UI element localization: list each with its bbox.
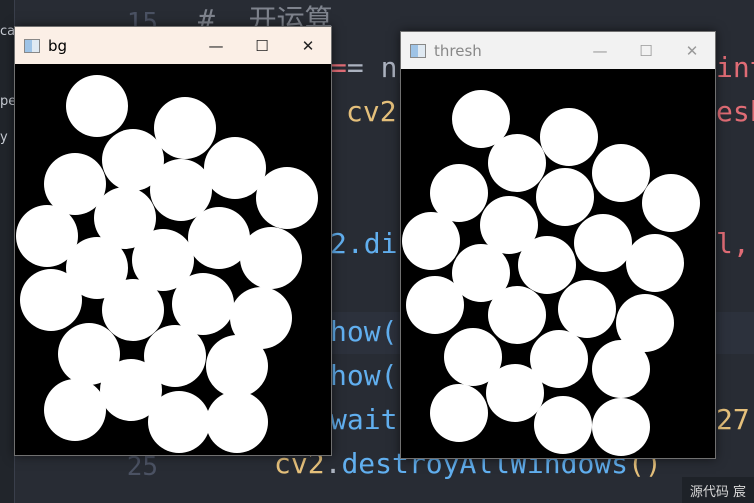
image-canvas-thresh xyxy=(401,69,715,458)
window-bg[interactable]: bg — ☐ ✕ xyxy=(14,26,332,456)
side-text-y: y xyxy=(0,130,8,145)
titlebar-bg[interactable]: bg — ☐ ✕ xyxy=(15,27,331,64)
close-icon[interactable]: ✕ xyxy=(669,32,715,69)
window-title-thresh: thresh xyxy=(434,41,482,60)
titlebar-thresh[interactable]: thresh — ☐ ✕ xyxy=(401,32,715,69)
code-2di: 2.di xyxy=(330,227,398,260)
window-title-bg: bg xyxy=(48,36,68,55)
status-bar: 源代码 宸 xyxy=(681,477,754,503)
code-int: int xyxy=(716,51,754,84)
code-esh: esh xyxy=(716,95,754,128)
code-wait: wait xyxy=(330,403,398,436)
code-l: l, xyxy=(716,227,750,260)
code-27: 27: xyxy=(716,403,754,436)
status-text: 源代码 宸 xyxy=(689,484,746,500)
code-show-1: how( xyxy=(330,315,398,348)
maximize-icon[interactable]: ☐ xyxy=(623,32,669,69)
line-number-25: 25 xyxy=(126,452,158,482)
minimize-icon[interactable]: — xyxy=(193,27,239,64)
maximize-icon[interactable]: ☐ xyxy=(239,27,285,64)
image-canvas-bg xyxy=(15,64,331,455)
window-thresh[interactable]: thresh — ☐ ✕ xyxy=(400,31,716,459)
app-icon xyxy=(410,43,426,58)
code-show-2: how( xyxy=(330,359,398,392)
minimize-icon[interactable]: — xyxy=(577,32,623,69)
app-icon xyxy=(24,38,40,53)
code-cv2: cv2 xyxy=(346,95,397,128)
side-panel: ca pe y xyxy=(0,0,16,503)
close-icon[interactable]: ✕ xyxy=(285,27,331,64)
side-text-ca: ca xyxy=(0,24,16,39)
